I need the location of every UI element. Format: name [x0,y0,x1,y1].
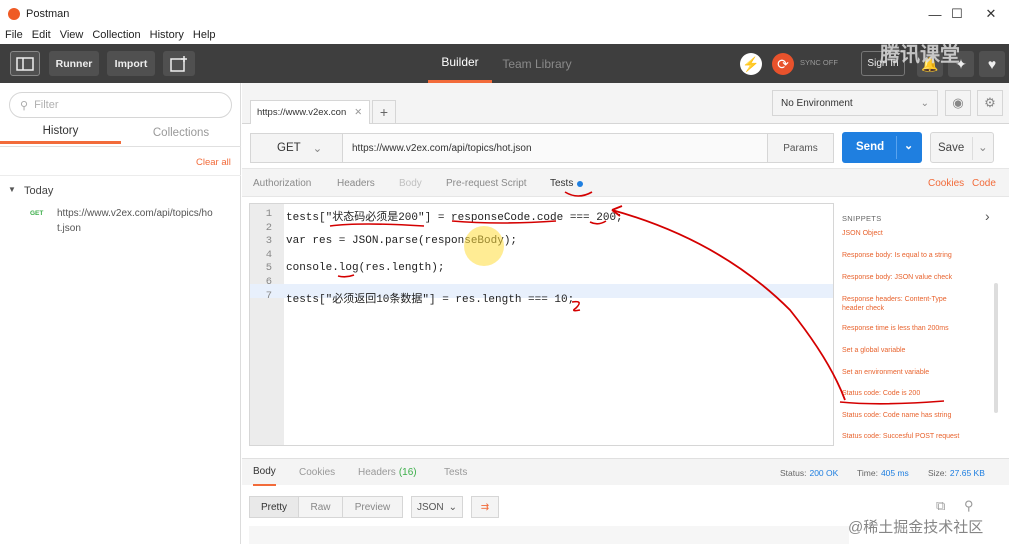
annotation-underline [839,400,945,405]
annotation-underline [337,274,355,278]
annotation-arrow [611,209,846,401]
annotation-squiggle [571,300,581,312]
annotation-underline [329,223,425,227]
watermark-bottom: @稀土掘金技术社区 [848,519,984,536]
annotation-underline [589,220,607,225]
annotation-underline [564,191,593,197]
annotation-overlay [329,191,945,405]
annotation-underline [451,220,557,224]
